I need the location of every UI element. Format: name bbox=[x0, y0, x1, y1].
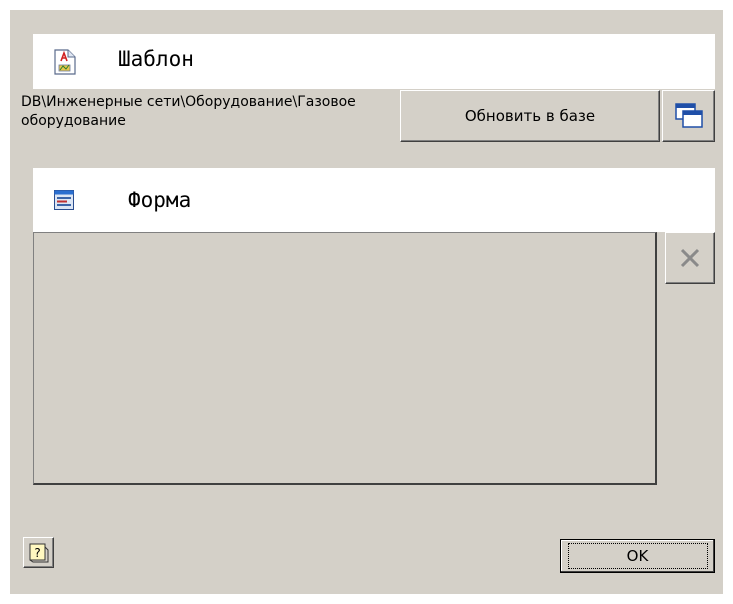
template-title: Шаблон bbox=[118, 47, 194, 71]
copy-button[interactable] bbox=[662, 90, 715, 142]
document-template-icon bbox=[54, 49, 76, 75]
help-question-icon: ? bbox=[29, 543, 49, 563]
template-path: DB\Инженерные сети\Оборудование\Газовое … bbox=[21, 94, 356, 129]
form-icon bbox=[54, 190, 74, 210]
dialog: Шаблон DB\Инженерные сети\Оборудование\Г… bbox=[10, 10, 723, 594]
svg-text:?: ? bbox=[34, 546, 40, 560]
form-title: Форма bbox=[128, 188, 192, 212]
help-button[interactable]: ? bbox=[23, 537, 54, 568]
close-x-icon bbox=[679, 247, 701, 269]
delete-button[interactable] bbox=[665, 232, 715, 284]
ok-focus-ring: OK bbox=[567, 543, 708, 569]
update-button-label: Обновить в базе bbox=[464, 107, 596, 125]
template-header: Шаблон bbox=[33, 34, 715, 89]
form-panel[interactable] bbox=[33, 232, 657, 485]
update-in-database-button[interactable]: Обновить в базе bbox=[400, 90, 660, 142]
ok-button[interactable]: OK bbox=[560, 539, 715, 573]
form-header: Форма bbox=[33, 168, 715, 232]
copy-windows-icon bbox=[674, 102, 704, 130]
ok-button-label: OK bbox=[626, 547, 649, 565]
